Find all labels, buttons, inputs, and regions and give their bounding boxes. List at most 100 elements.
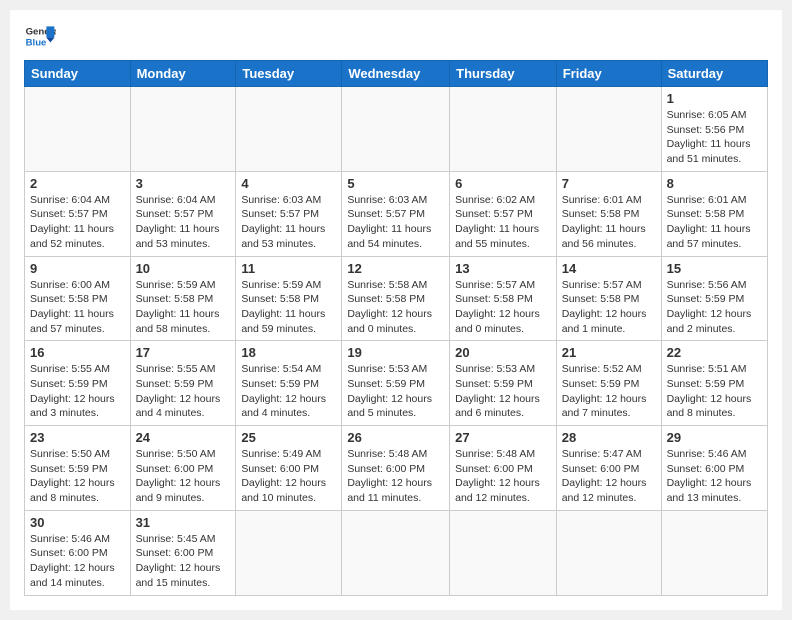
calendar-cell: 11 Sunrise: 5:59 AM Sunset: 5:58 PM Dayli… <box>236 256 342 341</box>
page: General Blue SundayMondayTuesdayWednesda… <box>10 10 782 610</box>
weekday-header-thursday: Thursday <box>450 61 557 87</box>
day-info: Sunrise: 6:02 AM Sunset: 5:57 PM Dayligh… <box>455 193 551 252</box>
day-info: Sunrise: 5:46 AM Sunset: 6:00 PM Dayligh… <box>30 532 125 591</box>
day-info: Sunrise: 5:55 AM Sunset: 5:59 PM Dayligh… <box>136 362 231 421</box>
generalblue-logo-icon: General Blue <box>24 20 56 52</box>
day-number: 7 <box>562 176 656 191</box>
calendar-cell: 22 Sunrise: 5:51 AM Sunset: 5:59 PM Dayli… <box>661 341 767 426</box>
svg-text:Blue: Blue <box>26 38 47 49</box>
week-row-2: 9 Sunrise: 6:00 AM Sunset: 5:58 PM Daylig… <box>25 256 768 341</box>
calendar-cell: 6 Sunrise: 6:02 AM Sunset: 5:57 PM Daylig… <box>450 171 557 256</box>
day-info: Sunrise: 5:59 AM Sunset: 5:58 PM Dayligh… <box>136 278 231 337</box>
calendar-cell <box>342 510 450 595</box>
calendar-cell: 17 Sunrise: 5:55 AM Sunset: 5:59 PM Dayli… <box>130 341 236 426</box>
calendar-cell <box>342 87 450 172</box>
calendar-cell: 3 Sunrise: 6:04 AM Sunset: 5:57 PM Daylig… <box>130 171 236 256</box>
weekday-header-saturday: Saturday <box>661 61 767 87</box>
day-number: 9 <box>30 261 125 276</box>
calendar-cell: 2 Sunrise: 6:04 AM Sunset: 5:57 PM Daylig… <box>25 171 131 256</box>
calendar-cell <box>236 510 342 595</box>
day-info: Sunrise: 5:53 AM Sunset: 5:59 PM Dayligh… <box>455 362 551 421</box>
calendar-cell: 7 Sunrise: 6:01 AM Sunset: 5:58 PM Daylig… <box>556 171 661 256</box>
day-info: Sunrise: 6:03 AM Sunset: 5:57 PM Dayligh… <box>347 193 444 252</box>
weekday-header-wednesday: Wednesday <box>342 61 450 87</box>
weekday-header-monday: Monday <box>130 61 236 87</box>
calendar-cell <box>130 87 236 172</box>
day-number: 21 <box>562 345 656 360</box>
day-number: 18 <box>241 345 336 360</box>
day-info: Sunrise: 5:57 AM Sunset: 5:58 PM Dayligh… <box>562 278 656 337</box>
calendar-cell <box>556 87 661 172</box>
day-number: 1 <box>667 91 762 106</box>
calendar-cell: 28Sunrise: 5:47 AM Sunset: 6:00 PM Dayli… <box>556 426 661 511</box>
day-number: 27 <box>455 430 551 445</box>
calendar-cell: 24Sunrise: 5:50 AM Sunset: 6:00 PM Dayli… <box>130 426 236 511</box>
day-number: 31 <box>136 515 231 530</box>
day-number: 25 <box>241 430 336 445</box>
calendar-cell <box>450 510 557 595</box>
day-number: 20 <box>455 345 551 360</box>
day-number: 4 <box>241 176 336 191</box>
day-info: Sunrise: 6:01 AM Sunset: 5:58 PM Dayligh… <box>667 193 762 252</box>
calendar-cell: 5 Sunrise: 6:03 AM Sunset: 5:57 PM Daylig… <box>342 171 450 256</box>
calendar-cell <box>661 510 767 595</box>
day-number: 15 <box>667 261 762 276</box>
day-info: Sunrise: 5:59 AM Sunset: 5:58 PM Dayligh… <box>241 278 336 337</box>
day-info: Sunrise: 5:50 AM Sunset: 6:00 PM Dayligh… <box>136 447 231 506</box>
logo: General Blue <box>24 20 56 52</box>
day-info: Sunrise: 5:52 AM Sunset: 5:59 PM Dayligh… <box>562 362 656 421</box>
day-info: Sunrise: 6:04 AM Sunset: 5:57 PM Dayligh… <box>30 193 125 252</box>
calendar-cell: 4 Sunrise: 6:03 AM Sunset: 5:57 PM Daylig… <box>236 171 342 256</box>
day-info: Sunrise: 5:50 AM Sunset: 5:59 PM Dayligh… <box>30 447 125 506</box>
day-number: 11 <box>241 261 336 276</box>
header: General Blue <box>24 20 768 52</box>
day-number: 16 <box>30 345 125 360</box>
day-number: 6 <box>455 176 551 191</box>
day-number: 23 <box>30 430 125 445</box>
week-row-5: 30 Sunrise: 5:46 AM Sunset: 6:00 PM Dayli… <box>25 510 768 595</box>
day-number: 8 <box>667 176 762 191</box>
day-number: 3 <box>136 176 231 191</box>
weekday-header-tuesday: Tuesday <box>236 61 342 87</box>
day-info: Sunrise: 5:55 AM Sunset: 5:59 PM Dayligh… <box>30 362 125 421</box>
calendar-cell: 25Sunrise: 5:49 AM Sunset: 6:00 PM Dayli… <box>236 426 342 511</box>
calendar-cell: 1 Sunrise: 6:05 AM Sunset: 5:56 PM Daylig… <box>661 87 767 172</box>
day-number: 30 <box>30 515 125 530</box>
calendar-cell <box>450 87 557 172</box>
calendar-table: SundayMondayTuesdayWednesdayThursdayFrid… <box>24 60 768 596</box>
calendar-cell: 13Sunrise: 5:57 AM Sunset: 5:58 PM Dayli… <box>450 256 557 341</box>
calendar-cell: 19Sunrise: 5:53 AM Sunset: 5:59 PM Dayli… <box>342 341 450 426</box>
day-info: Sunrise: 5:56 AM Sunset: 5:59 PM Dayligh… <box>667 278 762 337</box>
day-number: 19 <box>347 345 444 360</box>
day-info: Sunrise: 6:04 AM Sunset: 5:57 PM Dayligh… <box>136 193 231 252</box>
day-info: Sunrise: 6:03 AM Sunset: 5:57 PM Dayligh… <box>241 193 336 252</box>
day-number: 22 <box>667 345 762 360</box>
day-info: Sunrise: 5:47 AM Sunset: 6:00 PM Dayligh… <box>562 447 656 506</box>
day-number: 29 <box>667 430 762 445</box>
week-row-0: 1 Sunrise: 6:05 AM Sunset: 5:56 PM Daylig… <box>25 87 768 172</box>
day-number: 2 <box>30 176 125 191</box>
calendar-cell <box>25 87 131 172</box>
day-number: 5 <box>347 176 444 191</box>
day-number: 10 <box>136 261 231 276</box>
calendar-cell: 16 Sunrise: 5:55 AM Sunset: 5:59 PM Dayli… <box>25 341 131 426</box>
calendar-cell: 8 Sunrise: 6:01 AM Sunset: 5:58 PM Daylig… <box>661 171 767 256</box>
calendar-cell: 12Sunrise: 5:58 AM Sunset: 5:58 PM Dayli… <box>342 256 450 341</box>
day-info: Sunrise: 5:58 AM Sunset: 5:58 PM Dayligh… <box>347 278 444 337</box>
day-info: Sunrise: 6:05 AM Sunset: 5:56 PM Dayligh… <box>667 108 762 167</box>
day-info: Sunrise: 5:48 AM Sunset: 6:00 PM Dayligh… <box>347 447 444 506</box>
day-info: Sunrise: 5:51 AM Sunset: 5:59 PM Dayligh… <box>667 362 762 421</box>
calendar-cell: 30 Sunrise: 5:46 AM Sunset: 6:00 PM Dayli… <box>25 510 131 595</box>
calendar-cell <box>236 87 342 172</box>
calendar-cell: 29Sunrise: 5:46 AM Sunset: 6:00 PM Dayli… <box>661 426 767 511</box>
day-number: 17 <box>136 345 231 360</box>
calendar-cell: 31Sunrise: 5:45 AM Sunset: 6:00 PM Dayli… <box>130 510 236 595</box>
calendar-cell: 23 Sunrise: 5:50 AM Sunset: 5:59 PM Dayli… <box>25 426 131 511</box>
week-row-4: 23 Sunrise: 5:50 AM Sunset: 5:59 PM Dayli… <box>25 426 768 511</box>
calendar-cell: 20 Sunrise: 5:53 AM Sunset: 5:59 PM Dayli… <box>450 341 557 426</box>
day-number: 26 <box>347 430 444 445</box>
calendar-cell <box>556 510 661 595</box>
day-number: 13 <box>455 261 551 276</box>
day-info: Sunrise: 6:01 AM Sunset: 5:58 PM Dayligh… <box>562 193 656 252</box>
day-info: Sunrise: 6:00 AM Sunset: 5:58 PM Dayligh… <box>30 278 125 337</box>
